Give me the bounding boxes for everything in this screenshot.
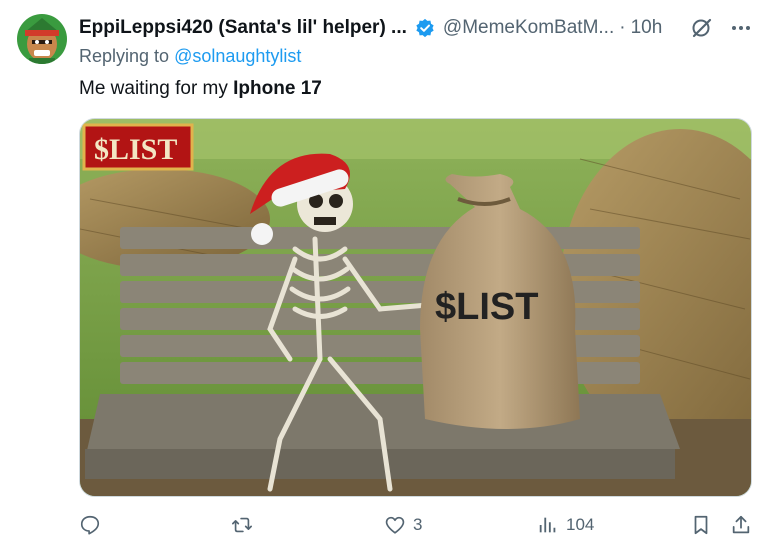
retweet-button[interactable] — [231, 514, 260, 536]
tweet-text-bold: Iphone 17 — [233, 78, 322, 99]
like-count: 3 — [413, 515, 423, 534]
bookmark-icon — [694, 515, 708, 535]
replying-prefix: Replying to — [79, 46, 175, 66]
avatar[interactable] — [17, 14, 67, 64]
heart-icon — [385, 516, 405, 534]
views-button[interactable]: 104 — [537, 514, 594, 536]
retweet-icon — [232, 517, 252, 533]
display-name[interactable]: EppiLeppsi420 (Santa's lil' helper) ... — [79, 17, 407, 39]
share-icon — [732, 515, 750, 534]
media-banner-text: $LIST — [94, 133, 177, 166]
verified-badge-icon — [416, 18, 434, 38]
tweet-text-plain: Me waiting for my — [79, 78, 234, 99]
views-count: 104 — [566, 515, 595, 534]
reply-button[interactable] — [79, 514, 108, 536]
share-button[interactable] — [730, 514, 752, 536]
grok-icon[interactable] — [691, 17, 713, 39]
separator-dot: · — [619, 17, 626, 38]
reply-icon — [80, 515, 100, 535]
replying-to: Replying to @solnaughtylist — [79, 46, 301, 67]
bag-label: $LIST — [435, 286, 538, 328]
user-handle[interactable]: @MemeKomBatM... — [443, 17, 614, 39]
replying-user-link[interactable]: @solnaughtylist — [174, 46, 301, 66]
more-icon[interactable] — [730, 17, 752, 39]
like-button[interactable]: 3 — [384, 514, 422, 536]
views-icon — [539, 517, 556, 533]
action-bar: 3 104 — [0, 514, 774, 540]
timestamp[interactable]: 10h — [631, 17, 663, 39]
tweet-text: Me waiting for my Iphone 17 — [79, 78, 322, 100]
bookmark-button[interactable] — [690, 514, 712, 536]
tweet-media-image[interactable]: $LIST $LIST — [79, 118, 752, 497]
tweet-header: EppiLeppsi420 (Santa's lil' helper) ... … — [79, 16, 759, 40]
